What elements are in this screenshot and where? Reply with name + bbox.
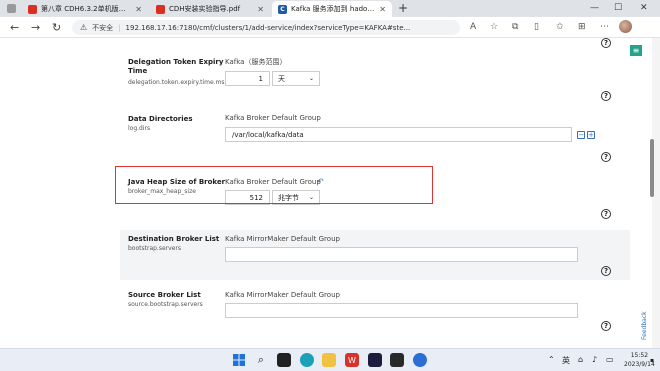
cloudera-favicon-icon: C: [278, 4, 287, 14]
url-text: 192.168.17.16:7180/cmf/clusters/1/add-se…: [125, 23, 411, 32]
favorites-icon[interactable]: ✩: [556, 22, 564, 32]
network-icon[interactable]: ⌂: [578, 355, 583, 364]
browser-app-icon[interactable]: [413, 353, 427, 367]
tray-chevron-icon[interactable]: ⌃: [548, 355, 555, 364]
forward-arrow-icon[interactable]: →: [31, 21, 40, 34]
maximize-icon[interactable]: ☐: [614, 3, 622, 13]
property-row-data-directories: Data Directories log.dirs Kafka Broker D…: [120, 110, 630, 162]
help-icon[interactable]: ?: [601, 38, 611, 48]
split-screen-icon[interactable]: ▯: [534, 22, 539, 32]
close-tab-icon[interactable]: ✕: [379, 5, 386, 14]
highlight-box: [115, 166, 433, 204]
tab-title: Kafka 服务添加到 hadoopcdh: [291, 5, 376, 13]
new-tab-button[interactable]: +: [398, 1, 408, 15]
warning-icon: ⚠: [80, 23, 88, 32]
property-row-destination-broker-list: Destination Broker List bootstrap.server…: [120, 230, 630, 280]
file-explorer-icon[interactable]: [322, 353, 336, 367]
scrollbar-thumb[interactable]: [650, 139, 654, 197]
data-directory-input[interactable]: /var/local/kafka/data: [225, 127, 572, 142]
minimize-icon[interactable]: —: [590, 3, 599, 13]
profile-avatar[interactable]: [619, 20, 632, 33]
battery-icon[interactable]: ▭: [606, 355, 614, 364]
property-key: delegation.token.expiry.time.ms: [128, 79, 225, 86]
property-group: Kafka（服务范围）: [225, 58, 287, 66]
task-view-icon[interactable]: [277, 353, 291, 367]
help-icon[interactable]: ?: [601, 91, 611, 101]
browser-tab-kafka[interactable]: C Kafka 服务添加到 hadoopcdh ✕: [272, 1, 392, 17]
add-service-config-page: ? ≡ Delegation Token Expiry Time delegat…: [0, 38, 660, 348]
browser-tab-strip: 第八章 CDH6.3.2单机版安装配置 ✕ CDH安装实验指导.pdf ✕ C …: [0, 0, 660, 17]
remove-directory-button[interactable]: −: [577, 131, 585, 139]
expiry-unit-select[interactable]: 天 ⌄: [272, 71, 320, 86]
windows-taskbar: ⌕ W ⌃ 英 ⌂ ♪ ▭ 15:52 2023/9/14 ▪: [0, 348, 660, 371]
search-icon[interactable]: ⌕: [254, 353, 268, 367]
workspaces-icon[interactable]: [7, 4, 16, 13]
chevron-down-icon: ⌄: [308, 75, 314, 82]
property-group: Kafka MirrorMaker Default Group: [225, 291, 340, 299]
ide-app-icon[interactable]: [368, 353, 382, 367]
address-separator: |: [118, 23, 121, 32]
property-name: Data Directories: [128, 115, 193, 123]
address-bar[interactable]: ⚠ 不安全 | 192.168.17.16:7180/cmf/clusters/…: [72, 20, 460, 35]
security-label: 不安全: [92, 23, 114, 32]
property-name: Destination Broker List: [128, 235, 220, 243]
property-key: source.bootstrap.servers: [128, 301, 203, 308]
property-group: Kafka Broker Default Group: [225, 114, 321, 122]
add-directory-button[interactable]: +: [587, 131, 595, 139]
back-arrow-icon[interactable]: ←: [10, 21, 19, 34]
help-icon[interactable]: ?: [601, 209, 611, 219]
property-row-delegation-token: Delegation Token Expiry Time delegation.…: [120, 52, 630, 102]
property-name: Delegation Token Expiry Time: [128, 58, 224, 75]
close-window-icon[interactable]: ✕: [640, 3, 648, 13]
browser-toolbar: ← → ↻ ⚠ 不安全 | 192.168.17.16:7180/cmf/clu…: [0, 17, 660, 38]
sidebar-toggle-icon[interactable]: ≡: [630, 45, 642, 56]
tab-title: CDH安装实验指导.pdf: [169, 5, 241, 13]
expiry-value-input[interactable]: 1: [225, 71, 270, 86]
windows-start-icon[interactable]: [232, 353, 246, 367]
document-favicon-icon: [28, 4, 37, 14]
property-name: Source Broker List: [128, 291, 201, 299]
settings-more-icon[interactable]: ⋯: [600, 22, 609, 32]
input-method-indicator[interactable]: 英: [562, 355, 570, 366]
close-tab-icon[interactable]: ✕: [257, 5, 264, 14]
input-value: /var/local/kafka/data: [232, 130, 304, 139]
select-value: 天: [278, 74, 285, 83]
browser-tab-chapter8[interactable]: 第八章 CDH6.3.2单机版安装配置 ✕: [22, 1, 148, 17]
destination-broker-list-input[interactable]: [225, 247, 578, 262]
edge-browser-icon[interactable]: [300, 353, 314, 367]
notification-icon[interactable]: ▪: [650, 357, 654, 364]
wps-office-icon[interactable]: W: [345, 353, 359, 367]
browser-tab-pdf[interactable]: CDH安装实验指导.pdf ✕: [150, 1, 270, 17]
input-value: 1: [258, 74, 263, 83]
favorite-star-icon[interactable]: ☆: [490, 22, 498, 32]
extensions-icon[interactable]: ⧉: [512, 22, 518, 32]
help-icon[interactable]: ?: [601, 266, 611, 276]
volume-icon[interactable]: ♪: [592, 355, 597, 364]
feedback-tab[interactable]: Feedback: [641, 296, 651, 340]
tab-title: 第八章 CDH6.3.2单机版安装配置: [41, 5, 132, 13]
property-group: Kafka MirrorMaker Default Group: [225, 235, 340, 243]
pdf-favicon-icon: [156, 4, 165, 14]
property-row-source-broker-list: Source Broker List source.bootstrap.serv…: [120, 286, 630, 348]
terminal-app-icon[interactable]: [390, 353, 404, 367]
property-key: log.dirs: [128, 125, 151, 132]
property-key: bootstrap.servers: [128, 245, 181, 252]
source-broker-list-input[interactable]: [225, 303, 578, 318]
help-icon[interactable]: ?: [601, 321, 611, 331]
collections-icon[interactable]: ⊞: [578, 22, 586, 32]
read-aloud-icon[interactable]: A: [470, 22, 476, 32]
help-icon[interactable]: ?: [601, 152, 611, 162]
reload-icon[interactable]: ↻: [52, 21, 61, 34]
close-tab-icon[interactable]: ✕: [135, 5, 142, 14]
